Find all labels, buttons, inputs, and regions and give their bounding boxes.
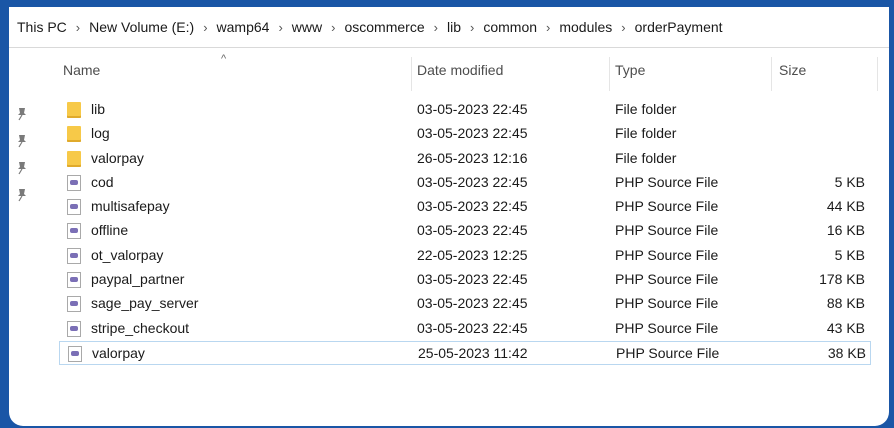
file-name: sage_pay_server [91, 295, 199, 312]
file-row[interactable]: paypal_partner 03-05-2023 22:45 PHP Source… [59, 268, 879, 292]
breadcrumb-item[interactable]: common [483, 19, 537, 35]
file-type: PHP Source File [615, 319, 719, 336]
breadcrumb-item[interactable]: New Volume (E:) [89, 19, 194, 35]
breadcrumb-separator-icon[interactable]: › [434, 20, 438, 35]
file-list: lib 03-05-2023 22:45 File folder log 03-05-2… [59, 98, 879, 366]
file-row[interactable]: sage_pay_server 03-05-2023 22:45 PHP Sourc… [59, 292, 879, 316]
file-name: lib [91, 101, 106, 117]
file-explorer-window: This PC › New Volume (E:) › wamp64 › www › oscom… [9, 7, 889, 426]
file-row[interactable]: stripe_checkout 03-05-2023 22:45 PHP Sourc… [59, 317, 879, 341]
file-size: 5 KB [834, 173, 865, 190]
breadcrumb-separator-icon[interactable]: › [470, 20, 474, 35]
folder-icon [67, 102, 81, 118]
file-size: 88 KB [826, 295, 865, 312]
file-date-modified: 25-05-2023 11:42 [418, 344, 528, 361]
file-row[interactable]: valorpay 25-05-2023 11:42 PHP Source File 3… [59, 340, 871, 366]
file-date-modified: 03-05-2023 22:45 [417, 222, 528, 239]
file-type: PHP Source File [616, 344, 720, 361]
column-divider[interactable] [411, 57, 412, 91]
file-date-modified: 03-05-2023 22:45 [417, 319, 528, 336]
file-date-modified: 03-05-2023 22:45 [417, 173, 528, 190]
php-file-icon [67, 296, 81, 313]
column-divider[interactable] [771, 57, 772, 91]
column-header-date-modified[interactable]: Date modified [417, 57, 597, 91]
file-date-modified: 26-05-2023 12:16 [417, 149, 528, 166]
php-file-icon [67, 174, 81, 191]
breadcrumb-item[interactable]: oscommerce [344, 19, 424, 35]
pin-icon[interactable] [16, 107, 28, 121]
file-name: valorpay [91, 149, 144, 166]
column-divider[interactable] [609, 57, 610, 91]
breadcrumb-item[interactable]: lib [447, 19, 461, 35]
pin-icon[interactable] [16, 134, 28, 148]
column-header-type[interactable]: Type [615, 57, 765, 91]
pin-icon[interactable] [16, 161, 28, 175]
file-date-modified: 03-05-2023 22:45 [417, 295, 528, 312]
file-date-modified: 03-05-2023 22:45 [417, 271, 528, 288]
file-name: ot_valorpay [91, 246, 164, 263]
file-name: offline [91, 222, 129, 239]
column-header: ^ Name Date modified Type Size [59, 53, 883, 91]
file-date-modified: 03-05-2023 22:45 [417, 198, 528, 215]
breadcrumb-item[interactable]: wamp64 [217, 19, 270, 35]
breadcrumb-separator-icon[interactable]: › [203, 20, 207, 35]
php-file-icon [67, 247, 81, 264]
file-date-modified: 22-05-2023 12:25 [417, 246, 528, 263]
file-row[interactable]: lib 03-05-2023 22:45 File folder [59, 98, 879, 122]
breadcrumb-item[interactable]: orderPayment [635, 19, 723, 35]
file-name: log [91, 125, 110, 142]
breadcrumb[interactable]: This PC › New Volume (E:) › wamp64 › www › oscom… [9, 7, 889, 48]
file-name: valorpay [92, 344, 145, 361]
file-row[interactable]: ot_valorpay 22-05-2023 12:25 PHP Source Fi… [59, 244, 879, 268]
file-type: File folder [615, 101, 677, 117]
pin-icon[interactable] [16, 188, 28, 202]
file-type: PHP Source File [615, 295, 719, 312]
file-size: 43 KB [826, 319, 865, 336]
file-row[interactable]: offline 03-05-2023 22:45 PHP Source File 16… [59, 219, 879, 243]
column-header-name[interactable]: Name [63, 57, 403, 91]
file-type: PHP Source File [615, 271, 719, 288]
breadcrumb-item[interactable]: This PC [17, 19, 67, 35]
php-file-icon [67, 320, 81, 337]
file-type: PHP Source File [615, 246, 719, 263]
file-row[interactable]: multisafepay 03-05-2023 22:45 PHP Source F… [59, 195, 879, 219]
php-file-icon [67, 223, 81, 240]
folder-icon [67, 150, 81, 167]
file-name: stripe_checkout [91, 319, 190, 336]
folder-icon [67, 126, 81, 143]
breadcrumb-separator-icon[interactable]: › [331, 20, 335, 35]
breadcrumb-item[interactable]: modules [559, 19, 612, 35]
breadcrumb-separator-icon[interactable]: › [76, 20, 80, 35]
column-divider[interactable] [877, 57, 878, 91]
file-type: PHP Source File [615, 198, 719, 215]
file-name: paypal_partner [91, 271, 185, 288]
breadcrumb-separator-icon[interactable]: › [278, 20, 282, 35]
file-type: File folder [615, 125, 677, 142]
file-name: cod [91, 173, 114, 190]
file-size: 178 KB [819, 271, 865, 288]
file-type: File folder [615, 149, 677, 166]
breadcrumb-item[interactable]: www [292, 19, 322, 35]
breadcrumb-separator-icon[interactable]: › [546, 20, 550, 35]
column-header-size[interactable]: Size [779, 57, 869, 91]
file-row[interactable]: cod 03-05-2023 22:45 PHP Source File 5 KB [59, 171, 879, 195]
breadcrumb-separator-icon[interactable]: › [621, 20, 625, 35]
php-file-icon [67, 199, 81, 216]
php-file-icon [67, 272, 81, 289]
file-size: 16 KB [826, 222, 865, 239]
file-date-modified: 03-05-2023 22:45 [417, 125, 528, 142]
file-type: PHP Source File [615, 222, 719, 239]
file-date-modified: 03-05-2023 22:45 [417, 101, 528, 117]
file-size: 44 KB [826, 198, 865, 215]
php-file-icon [68, 345, 82, 362]
file-row[interactable]: log 03-05-2023 22:45 File folder [59, 122, 879, 146]
file-name: multisafepay [91, 198, 170, 215]
file-size: 5 KB [834, 246, 865, 263]
file-type: PHP Source File [615, 173, 719, 190]
file-row[interactable]: valorpay 26-05-2023 12:16 File folder [59, 147, 879, 171]
file-size: 38 KB [827, 344, 866, 361]
